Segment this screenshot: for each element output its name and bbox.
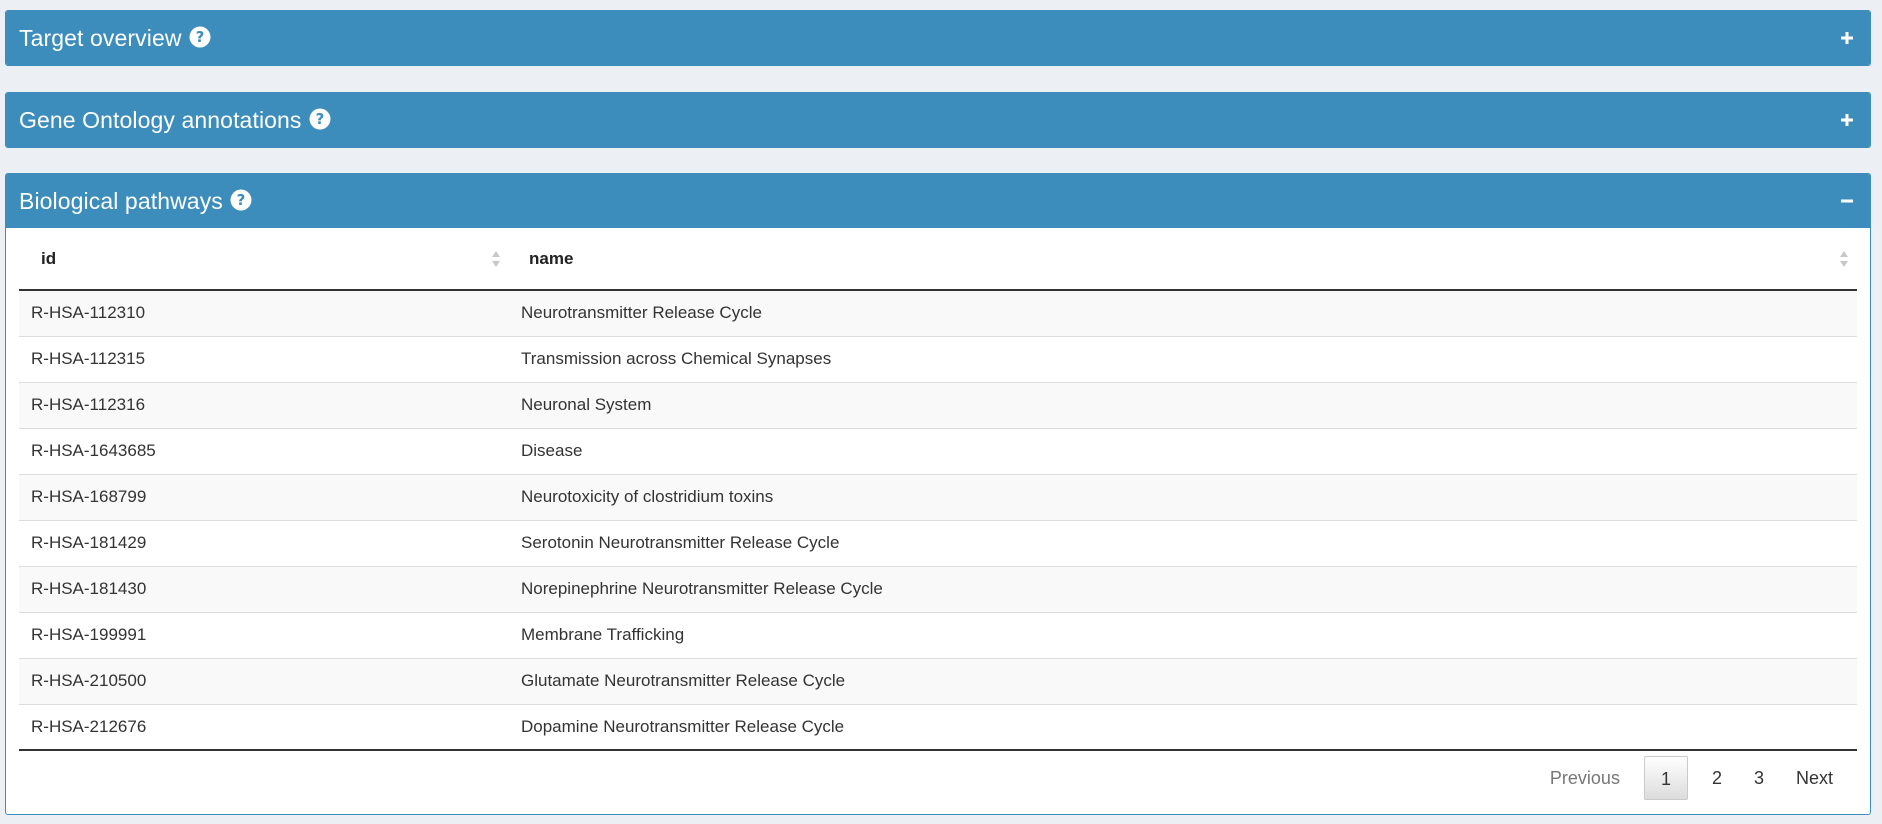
gene-ontology-header[interactable]: Gene Ontology annotations ? [6, 93, 1870, 147]
table-row: R-HSA-181430 Norepinephrine Neurotransmi… [19, 565, 1857, 612]
pathway-name-cell: Neurotoxicity of clostridium toxins [509, 473, 1857, 520]
pathway-name-cell: Norepinephrine Neurotransmitter Release … [509, 565, 1857, 612]
pathway-id-cell: R-HSA-112316 [19, 381, 509, 428]
page-2-button[interactable]: 2 [1696, 756, 1738, 800]
table-row: R-HSA-112315 Transmission across Chemica… [19, 335, 1857, 382]
table-row: R-HSA-212676 Dopamine Neurotransmitter R… [19, 703, 1857, 751]
column-header-name-label: name [529, 248, 574, 268]
pathway-id-cell: R-HSA-181430 [19, 565, 509, 612]
help-icon[interactable]: ? [309, 108, 331, 130]
collapse-minus-icon[interactable] [1840, 194, 1854, 208]
pathway-id-cell: R-HSA-210500 [19, 657, 509, 704]
pathway-name-cell: Serotonin Neurotransmitter Release Cycle [509, 519, 1857, 566]
expand-plus-icon[interactable] [1840, 31, 1854, 45]
gene-ontology-panel: Gene Ontology annotations ? [5, 92, 1871, 148]
table-row: R-HSA-112310 Neurotransmitter Release Cy… [19, 290, 1857, 336]
pathway-id-cell: R-HSA-112315 [19, 335, 509, 382]
pathway-id-cell: R-HSA-168799 [19, 473, 509, 520]
table-row: R-HSA-1643685 Disease [19, 427, 1857, 474]
help-icon[interactable]: ? [230, 189, 252, 211]
column-header-id[interactable]: id [19, 228, 509, 291]
pathway-name-cell: Neuronal System [509, 381, 1857, 428]
previous-page-button[interactable]: Previous [1534, 756, 1636, 800]
pathway-name-cell: Membrane Trafficking [509, 611, 1857, 658]
target-overview-panel: Target overview ? [5, 10, 1871, 66]
svg-text:?: ? [195, 28, 204, 46]
pathway-name-cell: Dopamine Neurotransmitter Release Cycle [509, 703, 1857, 751]
table-header-row: id name [19, 228, 1857, 291]
svg-text:?: ? [237, 191, 246, 209]
biological-pathways-header[interactable]: Biological pathways ? [6, 174, 1870, 228]
pathway-id-cell: R-HSA-212676 [19, 703, 509, 751]
table-row: R-HSA-112316 Neuronal System [19, 381, 1857, 428]
pathway-name-cell: Neurotransmitter Release Cycle [509, 290, 1857, 336]
table-row: R-HSA-181429 Serotonin Neurotransmitter … [19, 519, 1857, 566]
sort-icon[interactable] [1839, 250, 1849, 268]
column-header-id-label: id [41, 248, 57, 268]
pathways-table: id name R-HSA-112310 Neurotransmitter Re… [19, 228, 1857, 751]
pathway-id-cell: R-HSA-199991 [19, 611, 509, 658]
pathway-id-cell: R-HSA-1643685 [19, 427, 509, 474]
table-row: R-HSA-210500 Glutamate Neurotransmitter … [19, 657, 1857, 704]
page-1-button[interactable]: 1 [1643, 756, 1688, 800]
next-page-button[interactable]: Next [1780, 756, 1849, 800]
help-icon[interactable]: ? [189, 26, 211, 48]
pathway-name-cell: Glutamate Neurotransmitter Release Cycle [509, 657, 1857, 704]
sort-icon[interactable] [491, 250, 501, 268]
expand-plus-icon[interactable] [1840, 113, 1854, 127]
pathway-name-cell: Disease [509, 427, 1857, 474]
biological-pathways-title: Biological pathways [19, 187, 223, 214]
column-header-name[interactable]: name [509, 228, 1857, 291]
target-overview-title: Target overview [19, 24, 182, 51]
page-3-button[interactable]: 3 [1738, 756, 1780, 800]
table-row: R-HSA-168799 Neurotoxicity of clostridiu… [19, 473, 1857, 520]
svg-text:?: ? [315, 110, 324, 128]
pathway-id-cell: R-HSA-112310 [19, 290, 509, 336]
pathways-body: id name R-HSA-112310 Neurotransmitter Re… [6, 228, 1870, 801]
pagination: Previous 1 2 3 Next [19, 755, 1857, 801]
gene-ontology-title: Gene Ontology annotations [19, 106, 302, 133]
pathway-id-cell: R-HSA-181429 [19, 519, 509, 566]
pathway-name-cell: Transmission across Chemical Synapses [509, 335, 1857, 382]
table-row: R-HSA-199991 Membrane Trafficking [19, 611, 1857, 658]
target-overview-header[interactable]: Target overview ? [6, 11, 1870, 65]
biological-pathways-panel: Biological pathways ? id name R-HSA-1123… [5, 173, 1871, 815]
